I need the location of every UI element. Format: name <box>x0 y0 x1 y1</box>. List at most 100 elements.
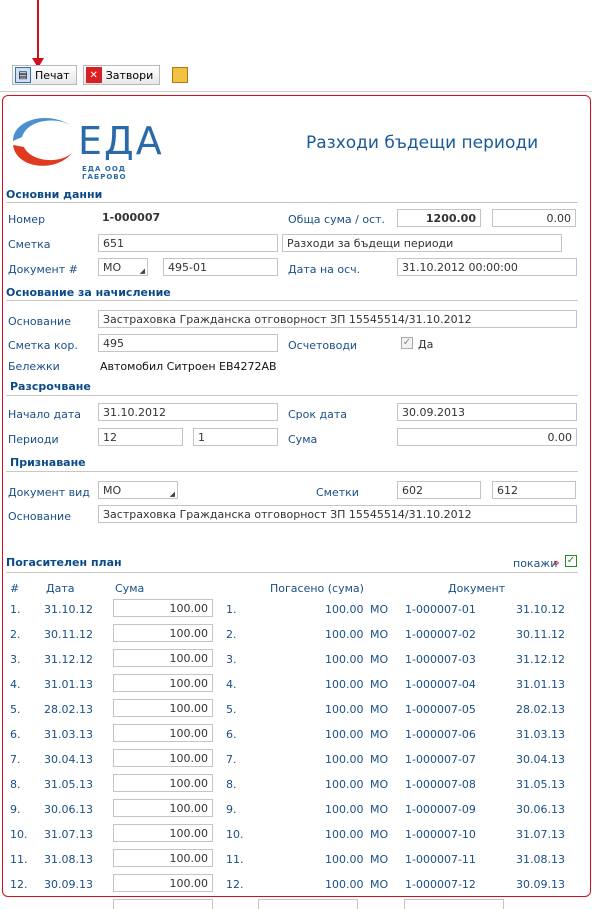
row-number: 3. <box>10 653 21 666</box>
row-doc-type: МО <box>370 603 389 616</box>
number-label: Номер <box>8 213 46 226</box>
total-field[interactable]: 1200.00 <box>397 209 481 227</box>
end-date-label: Срок дата <box>288 408 348 421</box>
row-doc-type: МО <box>370 803 389 816</box>
annotation-arrow-line <box>37 0 39 60</box>
row-amount-field[interactable]: 100.00 <box>113 849 213 867</box>
account-field[interactable]: 651 <box>98 234 278 252</box>
row-amount-field[interactable]: 100.00 <box>113 649 213 667</box>
row-doc-date: 31.08.13 <box>516 853 565 866</box>
row-paid-number: 5. <box>226 703 237 716</box>
row-doc-type: МО <box>370 703 389 716</box>
show-link[interactable]: покажи <box>513 557 557 570</box>
row-date: 31.05.13 <box>44 778 93 791</box>
row-amount-field[interactable]: 100.00 <box>113 699 213 717</box>
row-doc-number[interactable]: 1-000007-12 <box>405 878 476 891</box>
row-date: 30.04.13 <box>44 753 93 766</box>
col-sum-header: Сума <box>115 582 145 595</box>
print-button[interactable]: ▤ Печат <box>12 65 77 85</box>
row-doc-number[interactable]: 1-000007-09 <box>405 803 476 816</box>
row-doc-number[interactable]: 1-000007-05 <box>405 703 476 716</box>
row-amount-field[interactable]: 100.00 <box>113 674 213 692</box>
recognition-basis-field[interactable]: Застраховка Гражданска отговорност ЗП 15… <box>98 505 577 523</box>
row-paid-number: 1. <box>226 603 237 616</box>
row-doc-type: МО <box>370 853 389 866</box>
row-doc-number[interactable]: 1-000007-02 <box>405 628 476 641</box>
table-row: 4. 31.01.13 100.00 4. 100.00 МО 1-000007-04 31.… <box>0 671 592 696</box>
row-number: 6. <box>10 728 21 741</box>
account-name-field[interactable]: Разходи за бъдещи периоди <box>282 234 562 252</box>
posting-date-label: Дата на осч. <box>288 263 361 276</box>
row-doc-date: 31.05.13 <box>516 778 565 791</box>
accounts-label: Сметки <box>316 486 359 499</box>
row-doc-number[interactable]: 1-000007-01 <box>405 603 476 616</box>
row-doc-date: 28.02.13 <box>516 703 565 716</box>
row-paid-number: 2. <box>226 628 237 641</box>
corr-account-label: Сметка кор. <box>8 339 78 352</box>
row-amount-field[interactable]: 100.00 <box>113 624 213 642</box>
close-button[interactable]: ✕ Затвори <box>82 65 161 85</box>
row-amount-field[interactable]: 100.00 <box>113 724 213 742</box>
doc-kind-field[interactable]: МО <box>98 481 178 499</box>
periods-step-field[interactable]: 1 <box>193 428 278 446</box>
show-checkbox[interactable]: ✓ <box>565 555 577 567</box>
row-paid-number: 4. <box>226 678 237 691</box>
row-paid-amount: 100.00 <box>325 878 364 891</box>
row-doc-number[interactable]: 1-000007-04 <box>405 678 476 691</box>
row-doc-type: МО <box>370 753 389 766</box>
document-type-field[interactable]: МО <box>98 258 148 276</box>
periods-label: Периоди <box>8 433 59 446</box>
section-payment-plan: Погасителен план <box>6 556 122 569</box>
table-row: 12. 30.09.13 100.00 12. 100.00 МО 1-000007-12 3… <box>0 871 592 896</box>
row-number: 5. <box>10 703 21 716</box>
remaining-field[interactable]: 0.00 <box>492 209 576 227</box>
row-date: 30.06.13 <box>44 803 93 816</box>
table-row: 1. 31.10.12 100.00 1. 100.00 МО 1-000007-01 31.… <box>0 596 592 621</box>
row-amount-field[interactable]: 100.00 <box>113 599 213 617</box>
row-number: 2. <box>10 628 21 641</box>
row-amount-field[interactable]: 100.00 <box>113 799 213 817</box>
row-doc-number[interactable]: 1-000007-11 <box>405 853 476 866</box>
row-number: 12. <box>10 878 28 891</box>
sum-field[interactable]: 0.00 <box>397 428 577 446</box>
show-arrow-icon: » <box>553 556 560 569</box>
row-paid-number: 6. <box>226 728 237 741</box>
row-amount-field[interactable]: 100.00 <box>113 749 213 767</box>
row-amount-field[interactable]: 100.00 <box>113 824 213 842</box>
row-doc-date: 30.04.13 <box>516 753 565 766</box>
periods-field[interactable]: 12 <box>98 428 183 446</box>
post-checkbox[interactable]: ✓ <box>401 337 413 349</box>
company-logo: ЕДА ЕДА ООД ГАБРОВО <box>8 111 168 181</box>
row-doc-type: МО <box>370 828 389 841</box>
table-row: 6. 31.03.13 100.00 6. 100.00 МО 1-000007-06 31.… <box>0 721 592 746</box>
col-date-header: Дата <box>46 582 75 595</box>
row-date: 31.10.12 <box>44 603 93 616</box>
notes-label: Бележки <box>8 360 60 373</box>
logo-swirl-icon <box>13 118 72 166</box>
row-doc-number[interactable]: 1-000007-10 <box>405 828 476 841</box>
calculator-button[interactable] <box>170 65 194 85</box>
row-doc-number[interactable]: 1-000007-08 <box>405 778 476 791</box>
row-amount-field[interactable]: 100.00 <box>113 874 213 892</box>
end-date-field[interactable]: 30.09.2013 <box>397 403 577 421</box>
row-doc-number[interactable]: 1-000007-07 <box>405 753 476 766</box>
account-label: Сметка <box>8 238 51 251</box>
corr-account-field[interactable]: 495 <box>98 334 278 352</box>
row-paid-number: 9. <box>226 803 237 816</box>
table-row: 3. 31.12.12 100.00 3. 100.00 МО 1-000007-03 31.… <box>0 646 592 671</box>
row-paid-amount: 100.00 <box>325 853 364 866</box>
posting-date-field[interactable]: 31.10.2012 00:00:00 <box>397 258 577 276</box>
account1-field[interactable]: 602 <box>397 481 481 499</box>
row-doc-date: 31.12.12 <box>516 653 565 666</box>
start-date-field[interactable]: 31.10.2012 <box>98 403 278 421</box>
account2-field[interactable]: 612 <box>492 481 576 499</box>
row-date: 30.09.13 <box>44 878 93 891</box>
section-accrual: Основание за начисление <box>6 286 171 299</box>
table-row: 5. 28.02.13 100.00 5. 100.00 МО 1-000007-05 28.… <box>0 696 592 721</box>
document-number-field[interactable]: 495-01 <box>163 258 278 276</box>
row-doc-number[interactable]: 1-000007-06 <box>405 728 476 741</box>
number-field[interactable]: 1-000007 <box>98 209 278 227</box>
row-doc-number[interactable]: 1-000007-03 <box>405 653 476 666</box>
row-amount-field[interactable]: 100.00 <box>113 774 213 792</box>
basis-field[interactable]: Застраховка Гражданска отговорност ЗП 15… <box>98 310 577 328</box>
